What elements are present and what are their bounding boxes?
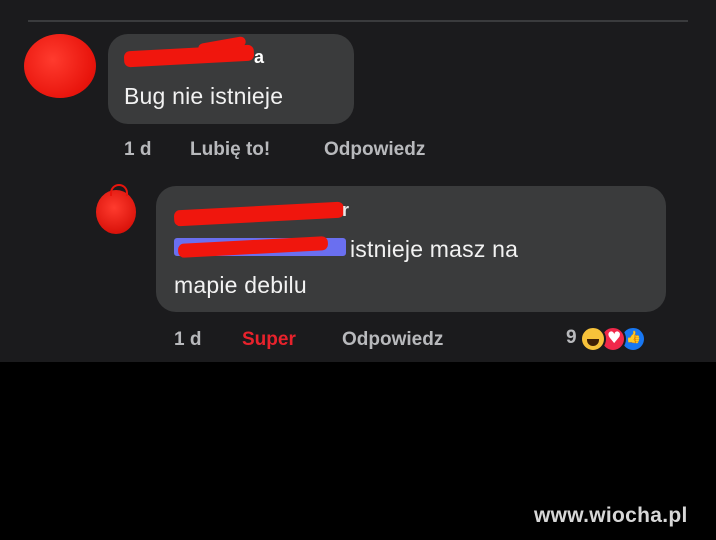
avatar[interactable] — [24, 34, 96, 98]
avatar[interactable] — [96, 184, 136, 234]
super-reaction-button[interactable]: Super — [242, 329, 296, 351]
reply-button[interactable]: Odpowiedz — [324, 139, 425, 161]
comment-thread: a Bug nie istnieje 1 d Lubię to! Odpowie… — [0, 0, 716, 362]
comment-author-name[interactable]: a — [254, 47, 264, 68]
reply-author-name[interactable]: r — [342, 200, 349, 221]
name-redaction — [123, 44, 255, 68]
reaction-count: 9 — [566, 327, 577, 348]
divider — [28, 20, 688, 22]
reply-button[interactable]: Odpowiedz — [342, 329, 443, 351]
comment-bubble: a Bug nie istnieje — [108, 34, 354, 124]
reply-text-line-1: istnieje masz na — [350, 236, 519, 262]
reply-bubble: r istnieje masz na mapie debilu — [156, 186, 666, 312]
haha-icon — [580, 326, 606, 352]
reaction-summary[interactable]: 9 — [566, 324, 676, 354]
name-redaction — [173, 201, 345, 227]
like-button[interactable]: Lubię to! — [190, 139, 270, 161]
reply-text-line-2: mapie debilu — [174, 272, 307, 298]
reply-age[interactable]: 1 d — [174, 329, 201, 351]
comment-age[interactable]: 1 d — [124, 139, 151, 161]
comment-text: Bug nie istnieje — [124, 83, 284, 109]
watermark: www.wiocha.pl — [534, 504, 688, 527]
